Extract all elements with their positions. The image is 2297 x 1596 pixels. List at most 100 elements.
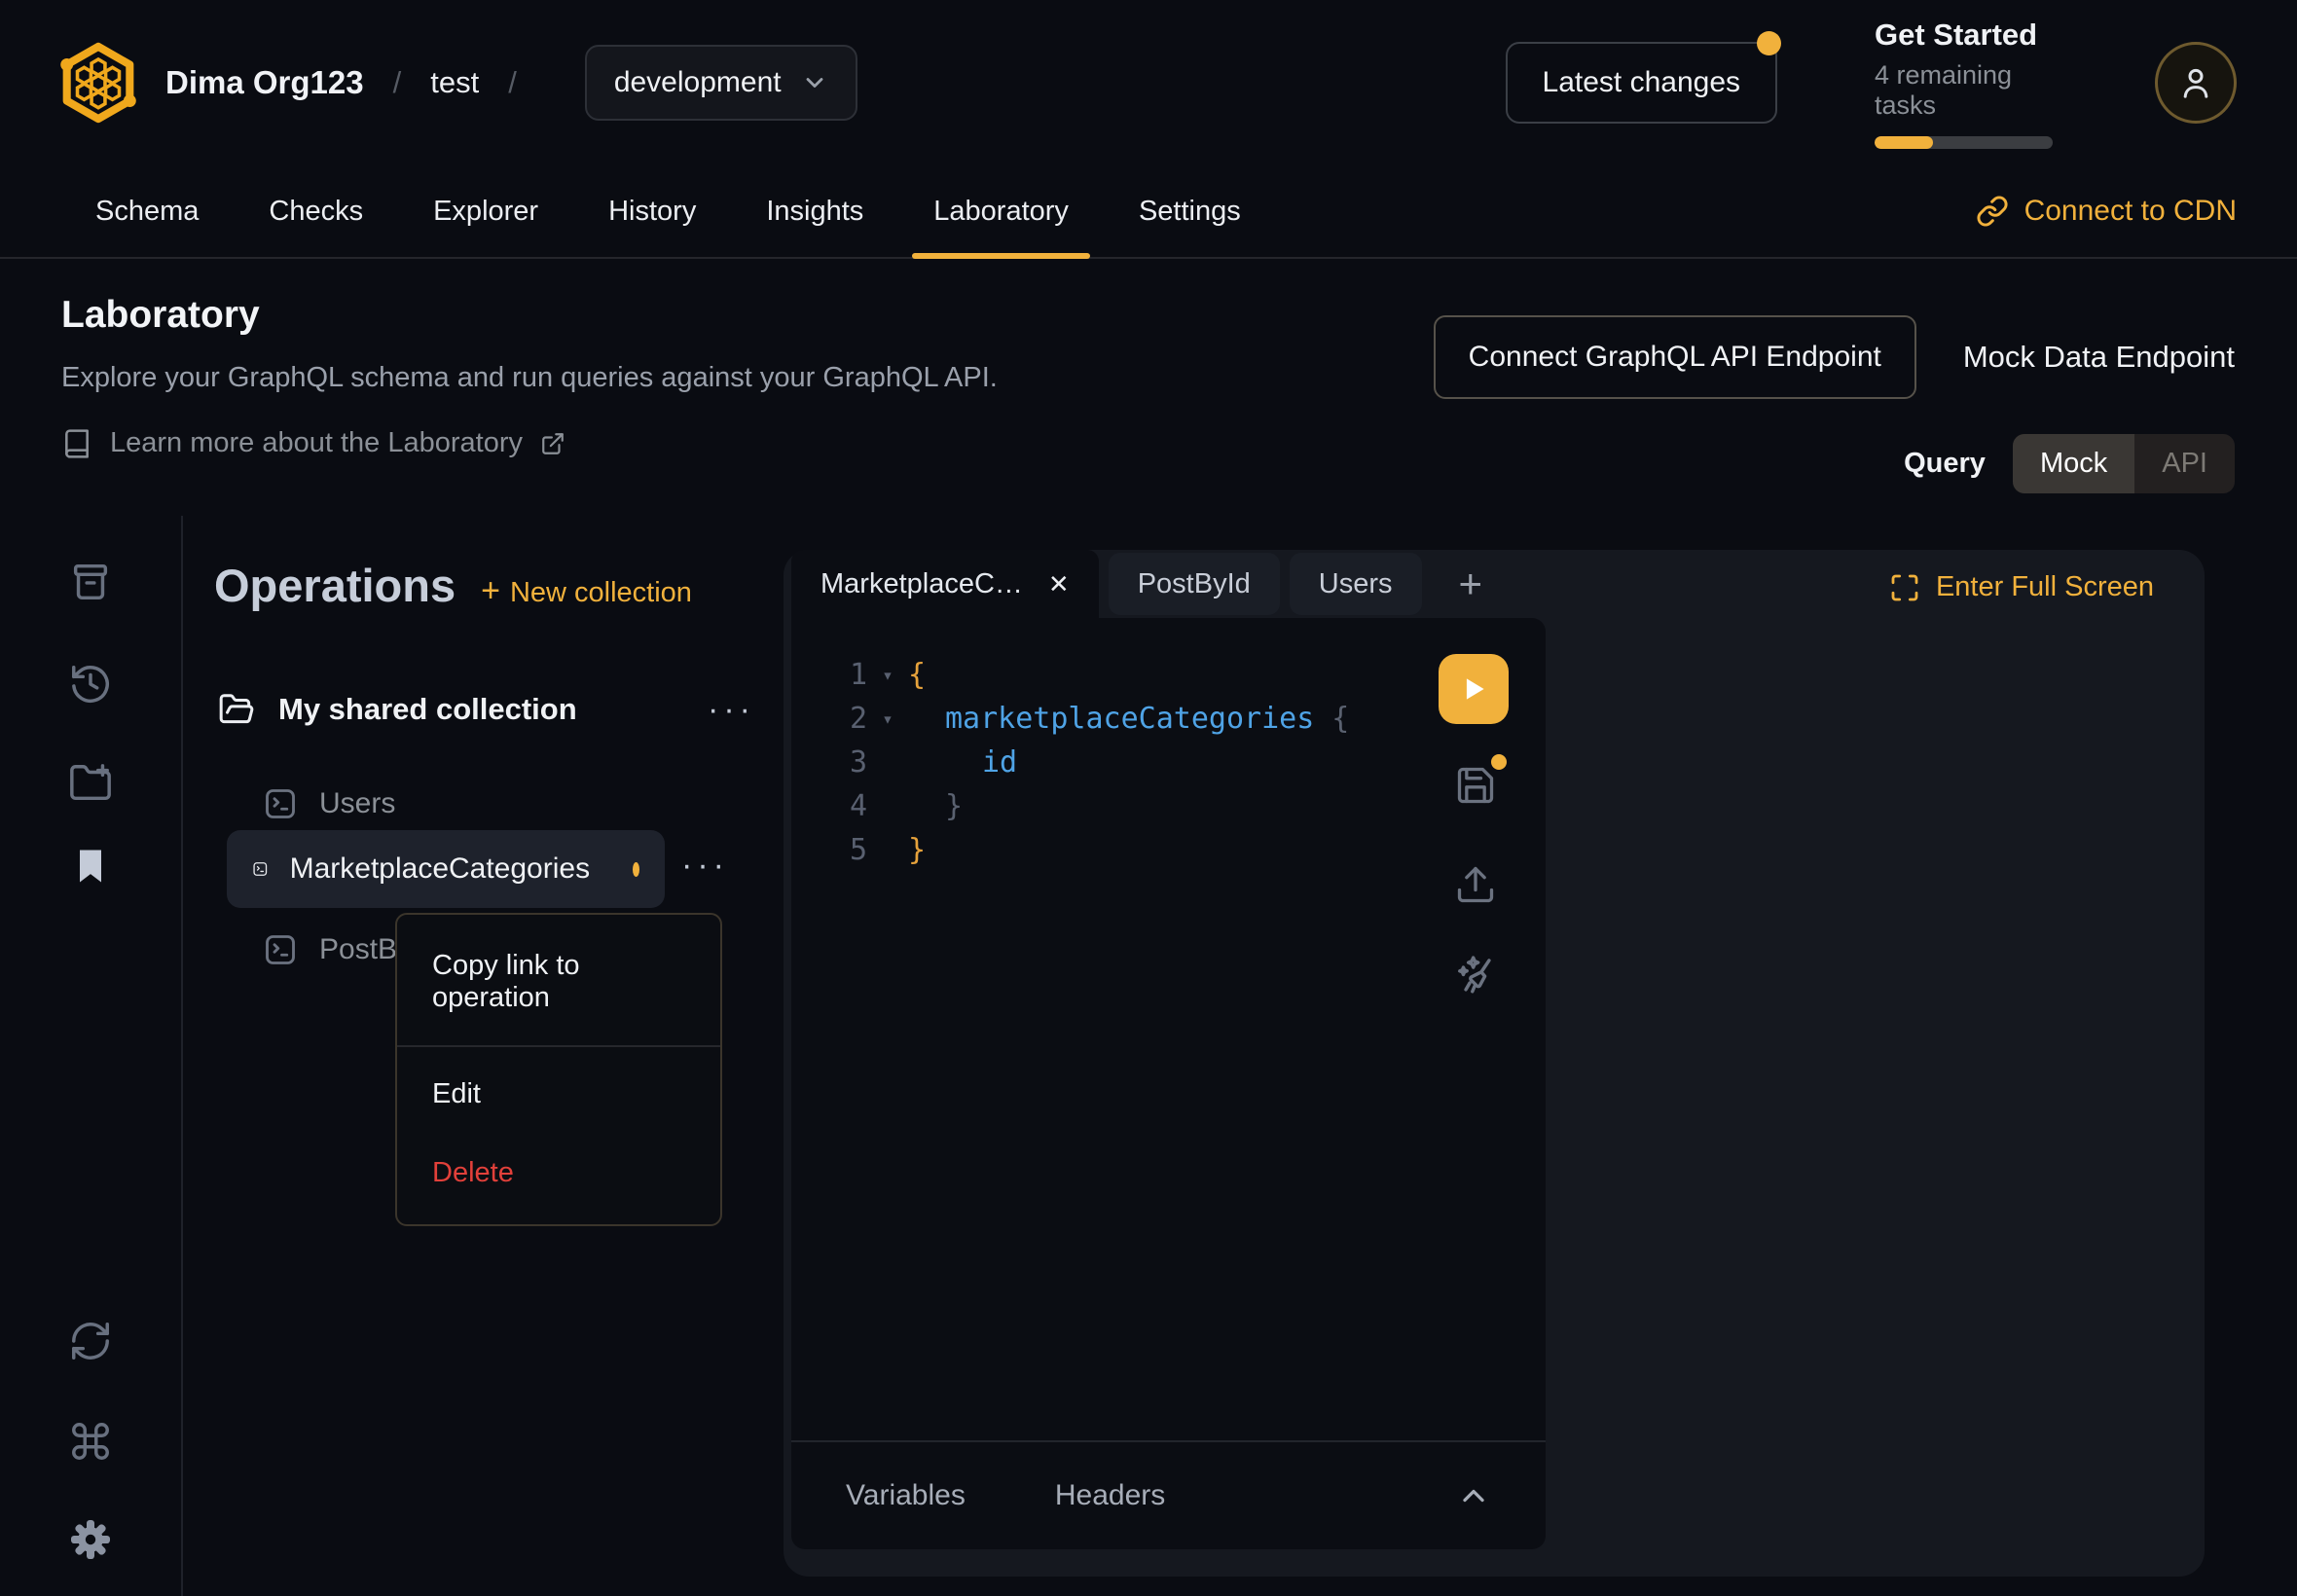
menu-item-copy-link[interactable]: Copy link to operation bbox=[397, 926, 720, 1037]
connect-to-cdn-link[interactable]: Connect to CDN bbox=[1976, 195, 2237, 228]
code-line: 4 } bbox=[791, 784, 1546, 828]
laboratory-workspace-panel: MarketplaceC… ✕ PostById Users + Enter F… bbox=[784, 550, 2205, 1577]
target-selector[interactable]: development bbox=[585, 45, 857, 121]
get-started-progress-fill bbox=[1875, 136, 1933, 149]
get-started-progressbar bbox=[1875, 136, 2053, 149]
variables-tab[interactable]: Variables bbox=[846, 1479, 966, 1512]
run-query-button[interactable] bbox=[1439, 654, 1509, 724]
query-mode-api[interactable]: API bbox=[2134, 434, 2235, 493]
collection-name: My shared collection bbox=[278, 692, 684, 727]
breadcrumb-project[interactable]: test bbox=[430, 65, 479, 100]
command-icon[interactable] bbox=[68, 1419, 113, 1464]
upload-icon bbox=[1454, 863, 1497, 906]
tool-rail bbox=[0, 516, 181, 1596]
tab-history[interactable]: History bbox=[573, 165, 731, 257]
tab-schema[interactable]: Schema bbox=[60, 165, 234, 257]
main-area: Operations + New collection My shared co… bbox=[0, 516, 2297, 1596]
app-header: Dima Org123 / test / development Latest … bbox=[0, 0, 2297, 165]
editor-tab-marketplacecategories[interactable]: MarketplaceC… ✕ bbox=[791, 550, 1099, 618]
page-description: Explore your GraphQL schema and run quer… bbox=[61, 362, 1434, 394]
editor-tab-users[interactable]: Users bbox=[1290, 553, 1422, 615]
book-icon bbox=[61, 428, 92, 459]
unsaved-indicator-dot bbox=[1491, 754, 1507, 770]
tab-checks[interactable]: Checks bbox=[234, 165, 398, 257]
menu-divider bbox=[397, 1045, 720, 1047]
play-icon bbox=[1457, 672, 1490, 706]
code-line: 5 } bbox=[791, 828, 1546, 872]
active-tab-underline bbox=[912, 253, 1090, 259]
broom-sparkles-icon bbox=[1452, 949, 1503, 999]
prettify-button[interactable] bbox=[1452, 949, 1503, 999]
tab-explorer[interactable]: Explorer bbox=[398, 165, 573, 257]
latest-changes-label: Latest changes bbox=[1543, 66, 1740, 98]
enter-fullscreen-button[interactable]: Enter Full Screen bbox=[1889, 571, 2154, 603]
connect-graphql-endpoint-button[interactable]: Connect GraphQL API Endpoint bbox=[1434, 315, 1916, 399]
tab-settings[interactable]: Settings bbox=[1104, 165, 1276, 257]
folder-plus-icon[interactable] bbox=[68, 761, 113, 806]
headers-tab[interactable]: Headers bbox=[1055, 1479, 1165, 1512]
new-collection-button[interactable]: + New collection bbox=[481, 572, 692, 610]
query-toggle-label: Query bbox=[1904, 448, 1986, 480]
editor-tabs: MarketplaceC… ✕ PostById Users + bbox=[791, 550, 1854, 618]
fold-marker-icon[interactable]: ▾ bbox=[867, 665, 908, 686]
chevron-up-icon[interactable] bbox=[1456, 1478, 1491, 1513]
operation-icon bbox=[263, 786, 298, 821]
refresh-icon[interactable] bbox=[68, 1319, 113, 1363]
user-avatar[interactable] bbox=[2155, 42, 2237, 124]
external-link-icon bbox=[540, 431, 565, 456]
operation-context-menu: Copy link to operation Edit Delete bbox=[395, 913, 722, 1226]
mock-data-endpoint-label[interactable]: Mock Data Endpoint bbox=[1963, 340, 2235, 375]
query-mode-mock[interactable]: Mock bbox=[2013, 434, 2134, 493]
editor-tab-postbyid[interactable]: PostById bbox=[1109, 553, 1280, 615]
tab-insights[interactable]: Insights bbox=[731, 165, 898, 257]
breadcrumb-separator: / bbox=[508, 65, 517, 100]
breadcrumb-separator: / bbox=[393, 65, 402, 100]
archive-icon[interactable] bbox=[68, 560, 113, 604]
history-icon[interactable] bbox=[68, 662, 113, 707]
notification-dot bbox=[1757, 31, 1781, 55]
operation-more-button[interactable]: ··· bbox=[681, 847, 729, 885]
menu-item-edit[interactable]: Edit bbox=[397, 1055, 720, 1134]
plus-icon: + bbox=[481, 572, 500, 610]
operation-icon bbox=[252, 852, 269, 887]
folder-open-icon bbox=[218, 691, 255, 728]
code-area[interactable]: 1 ▾ { 2 ▾ marketplaceCategories { 3 id 4 bbox=[791, 618, 1546, 1438]
operation-item-marketplacecategories[interactable]: MarketplaceCategories bbox=[227, 830, 665, 908]
get-started-subtitle: 4 remaining tasks bbox=[1875, 60, 2061, 121]
latest-changes-button[interactable]: Latest changes bbox=[1506, 42, 1777, 124]
primary-nav: Schema Checks Explorer History Insights … bbox=[0, 165, 2297, 259]
code-line: 1 ▾ { bbox=[791, 653, 1546, 697]
breadcrumb-org[interactable]: Dima Org123 bbox=[165, 64, 364, 101]
menu-item-delete[interactable]: Delete bbox=[397, 1134, 720, 1213]
save-operation-button[interactable] bbox=[1454, 764, 1497, 807]
save-icon bbox=[1454, 764, 1497, 807]
code-line: 3 id bbox=[791, 741, 1546, 784]
operation-item-users[interactable]: Users bbox=[263, 777, 395, 831]
operation-icon bbox=[263, 932, 298, 967]
get-started-widget[interactable]: Get Started 4 remaining tasks bbox=[1875, 18, 2061, 149]
link-icon bbox=[1976, 195, 2009, 228]
editor-footer: Variables Headers bbox=[791, 1440, 1546, 1549]
fold-marker-icon[interactable]: ▾ bbox=[867, 708, 908, 730]
collection-row[interactable]: My shared collection ··· bbox=[218, 681, 755, 738]
hive-logo-icon[interactable] bbox=[60, 42, 136, 124]
get-started-title: Get Started bbox=[1875, 18, 2061, 53]
query-mode-toggle: Mock API bbox=[2013, 434, 2235, 493]
fullscreen-icon bbox=[1889, 572, 1920, 603]
operations-panel: Operations + New collection My shared co… bbox=[183, 516, 784, 1596]
bookmark-icon[interactable] bbox=[69, 845, 112, 888]
chevron-down-icon bbox=[801, 69, 828, 96]
settings-gear-icon[interactable] bbox=[67, 1516, 114, 1563]
share-operation-button[interactable] bbox=[1454, 863, 1497, 906]
new-tab-button[interactable]: + bbox=[1445, 553, 1497, 615]
learn-more-link[interactable]: Learn more about the Laboratory bbox=[61, 427, 1434, 459]
code-line: 2 ▾ marketplaceCategories { bbox=[791, 697, 1546, 741]
collection-more-button[interactable]: ··· bbox=[708, 691, 755, 729]
target-selector-value: development bbox=[614, 66, 782, 99]
tab-laboratory[interactable]: Laboratory bbox=[898, 165, 1104, 257]
query-editor[interactable]: 1 ▾ { 2 ▾ marketplaceCategories { 3 id 4 bbox=[791, 618, 1546, 1549]
laboratory-header: Laboratory Explore your GraphQL schema a… bbox=[61, 294, 2235, 493]
close-tab-icon[interactable]: ✕ bbox=[1048, 569, 1070, 599]
operations-title: Operations bbox=[214, 559, 456, 612]
page-title: Laboratory bbox=[61, 294, 1434, 337]
